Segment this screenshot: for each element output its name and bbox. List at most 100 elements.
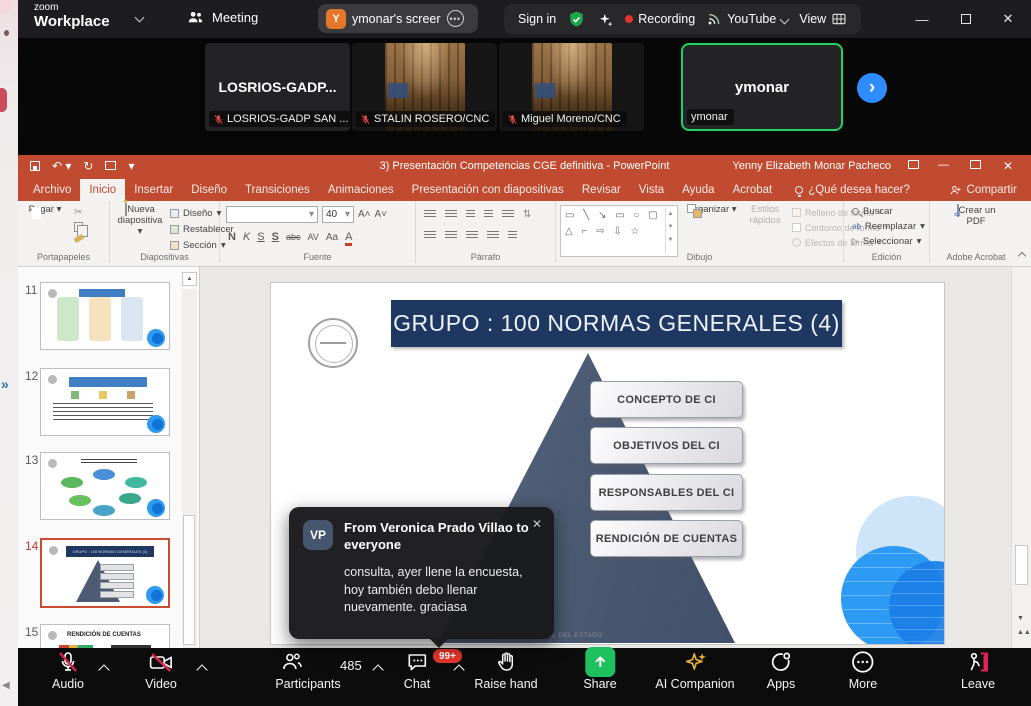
thumbnails-scrollbar[interactable] — [182, 289, 197, 648]
slide-thumbnail-12[interactable] — [40, 368, 170, 436]
cut-icon[interactable]: ✂ — [74, 207, 84, 218]
font-color-button[interactable]: A — [345, 231, 352, 246]
tab-ayuda[interactable]: Ayuda — [673, 179, 723, 201]
italic-button[interactable]: K — [243, 231, 250, 243]
slide-thumbnail-11[interactable] — [40, 282, 170, 350]
align-center-icon[interactable] — [445, 231, 457, 240]
columns-icon[interactable] — [508, 231, 517, 240]
participant-tile[interactable]: LOSRIOS-GADP... LOSRIOS-GADP SAN ... — [205, 43, 350, 131]
tab-meeting[interactable]: Meeting — [186, 8, 258, 27]
new-slide-button[interactable]: Nueva diapositiva ▾ — [114, 205, 166, 238]
share-document-button[interactable]: Compartir — [949, 179, 1017, 201]
tab-diseno[interactable]: Diseño — [182, 179, 236, 201]
text-shadow-button[interactable]: S — [272, 231, 279, 243]
window-maximize-button[interactable] — [949, 0, 983, 38]
share-screen-button[interactable]: Share — [583, 648, 616, 691]
bullets-icon[interactable] — [424, 210, 436, 219]
apps-button[interactable]: Apps — [767, 648, 796, 691]
leave-button[interactable]: Leave — [961, 648, 995, 691]
scrollbar-thumb[interactable] — [1015, 545, 1028, 585]
tab-acrobat[interactable]: Acrobat — [724, 179, 782, 201]
back-arrow-icon[interactable]: ◀ — [2, 680, 10, 691]
font-size-combobox[interactable]: 40▾ — [322, 206, 354, 223]
tab-revisar[interactable]: Revisar — [573, 179, 630, 201]
change-case-button[interactable]: Aa — [326, 232, 338, 243]
tab-transiciones[interactable]: Transiciones — [236, 179, 319, 201]
scroll-down-icon[interactable]: ▼ — [1017, 615, 1024, 622]
more-button[interactable]: More — [849, 648, 877, 691]
align-right-icon[interactable] — [466, 231, 478, 240]
youtube-stream-control[interactable]: YouTube — [706, 11, 788, 27]
slide-thumbnail-14-selected[interactable]: GRUPO : 100 NORMAS GENERALES (4) — [40, 538, 170, 608]
audio-button[interactable]: Audio — [52, 648, 84, 691]
select-button[interactable]: ▷Seleccionar ▾ — [852, 236, 925, 247]
chat-button[interactable]: Chat — [404, 648, 430, 691]
numbering-icon[interactable] — [445, 210, 457, 219]
raise-hand-button[interactable]: Raise hand — [474, 648, 537, 691]
slideshow-icon[interactable] — [105, 159, 116, 173]
tab-vista[interactable]: Vista — [630, 179, 673, 201]
replace-button[interactable]: abReemplazar ▾ — [852, 221, 925, 232]
more-options-icon[interactable]: ••• — [447, 10, 464, 27]
participant-tile[interactable]: STALIN ROSERO/CNC — [352, 43, 497, 131]
underline-button[interactable]: S — [257, 231, 264, 243]
next-participants-page-button[interactable]: › — [857, 73, 887, 103]
create-pdf-button[interactable]: Crear un PDF — [948, 205, 1004, 228]
ppt-minimize-button[interactable]: — — [938, 159, 949, 171]
thumbnails-scroll-up-button[interactable]: ▲ — [182, 272, 197, 286]
text-direction-icon[interactable]: ⇅ — [523, 209, 531, 220]
grow-font-icon[interactable]: A˄ — [358, 209, 371, 220]
find-button[interactable]: Buscar — [852, 206, 925, 217]
chat-notification-popup[interactable]: VP From Veronica Prado Villao to everyon… — [289, 507, 554, 639]
ribbon-display-options-icon[interactable] — [908, 160, 919, 172]
tab-insertar[interactable]: Insertar — [125, 179, 182, 201]
slide-thumbnail-15[interactable]: RENDICIÓN DE CUENTAS — [40, 624, 170, 648]
video-options-chevron[interactable] — [196, 664, 207, 675]
window-minimize-button[interactable]: — — [905, 0, 939, 38]
character-spacing-button[interactable]: AV — [308, 232, 319, 242]
tell-me-search[interactable]: ¿Qué desea hacer? — [795, 179, 910, 201]
video-button[interactable]: Video — [145, 648, 177, 691]
tab-presentacion[interactable]: Presentación con diapositivas — [403, 179, 573, 201]
participants-button[interactable]: Participants — [275, 648, 340, 691]
justify-icon[interactable] — [487, 231, 499, 240]
participant-tile[interactable]: Miguel Moreno/CNC — [499, 43, 644, 131]
paste-button[interactable]: Pegar ▾ — [26, 205, 64, 216]
decrease-indent-icon[interactable] — [466, 210, 475, 219]
quick-styles-button[interactable]: Estilos rápidos — [742, 205, 788, 227]
line-spacing-icon[interactable] — [502, 210, 514, 219]
close-icon[interactable]: ✕ — [532, 517, 542, 531]
chat-options-chevron[interactable] — [453, 664, 464, 675]
security-shield-icon[interactable] — [567, 10, 586, 29]
strikethrough-button[interactable]: abc — [286, 232, 301, 242]
participant-tile-active-speaker[interactable]: ymonar ymonar — [681, 43, 843, 131]
undo-icon[interactable]: ↶ ▾ — [52, 159, 71, 173]
redo-icon[interactable]: ↻ — [83, 159, 93, 173]
slide-thumbnail-13[interactable] — [40, 452, 170, 520]
ai-sparkle-icon[interactable] — [597, 11, 614, 28]
font-name-combobox[interactable]: ▾ — [226, 206, 318, 223]
participants-options-chevron[interactable] — [372, 664, 383, 675]
collapse-ribbon-button[interactable] — [1019, 251, 1025, 262]
chevron-down-icon[interactable] — [135, 13, 145, 23]
slide-area-scrollbar[interactable]: ▼ ▲▲ — [1011, 267, 1031, 648]
ppt-close-button[interactable]: ✕ — [1003, 159, 1013, 173]
shapes-gallery-scrollbar[interactable]: ▲▼▼ — [665, 208, 675, 254]
arrange-button[interactable]: Organizar ▾ — [686, 205, 738, 216]
ai-companion-button[interactable]: AI Companion — [655, 648, 734, 691]
view-control[interactable]: View — [799, 11, 847, 27]
expand-pane-chevron-icon[interactable]: » — [1, 376, 9, 392]
recording-indicator[interactable]: Recording — [625, 12, 695, 26]
shapes-gallery[interactable]: ▭ ╲ ↘ ▭ ○ ▢ △ ⌐ ⇨ ⇩ ☆ ▲▼▼ — [560, 205, 678, 257]
copy-icon[interactable] — [74, 222, 83, 232]
tab-animaciones[interactable]: Animaciones — [319, 179, 403, 201]
window-close-button[interactable]: ✕ — [991, 0, 1025, 38]
audio-options-chevron[interactable] — [98, 664, 109, 675]
tab-inicio[interactable]: Inicio — [80, 179, 125, 201]
format-painter-icon[interactable] — [73, 234, 84, 243]
tab-shared-screen[interactable]: Y ymonar's screer ••• — [318, 4, 478, 33]
align-left-icon[interactable] — [424, 231, 436, 240]
previous-slide-icon[interactable]: ▲▲ — [1017, 629, 1031, 636]
qat-customize-icon[interactable]: ▾ — [128, 159, 134, 173]
thumbnails-scrollbar-thumb[interactable] — [183, 515, 195, 645]
